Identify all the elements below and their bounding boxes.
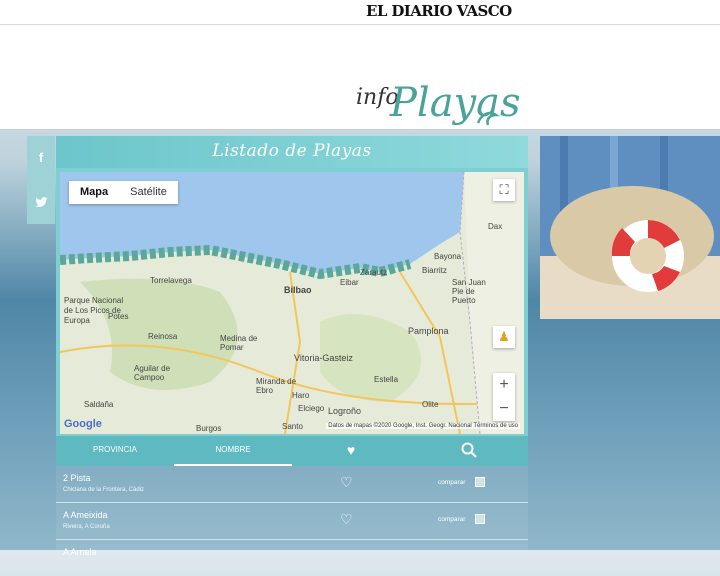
beach-name[interactable]: 2 Pista [63, 473, 91, 483]
zoom-out-button[interactable]: − [493, 397, 515, 421]
tab-favorites[interactable]: ♥ [292, 436, 410, 466]
list-item[interactable]: A Ameixida Riveira, A Coruña ♡ comparar [56, 503, 528, 540]
logo-text[interactable]: Playas [390, 80, 521, 126]
list-item[interactable]: A Arnela [56, 540, 528, 576]
advertisement-image[interactable] [540, 136, 720, 319]
map-type-satellite-button[interactable]: Satélite [119, 181, 178, 204]
panel-header: Listado de Playas [56, 136, 528, 168]
zoom-control: + − [493, 373, 515, 421]
place-label: Bilbao [284, 285, 312, 295]
place-label: Reinosa [148, 332, 178, 341]
beach-name[interactable]: A Arnela [63, 547, 97, 557]
place-label: Elciego [298, 404, 325, 413]
twitter-icon[interactable] [27, 180, 55, 224]
share-bar: f [27, 136, 55, 224]
beach-list: 2 Pista Chiclana de la Frontera, Cádiz ♡… [56, 466, 528, 557]
place-label: San Juan Pie de Puerto [452, 278, 486, 305]
google-logo: Google [64, 418, 102, 430]
compare-label: comparar [438, 516, 466, 523]
place-label: Logroño [328, 406, 362, 416]
pegman-icon[interactable]: ♟ [493, 326, 515, 348]
place-label: Dax [488, 222, 503, 231]
place-label: Burgos [196, 424, 222, 433]
beach-location: Chiclana de la Frontera, Cádiz [63, 487, 145, 493]
place-label: Estella [374, 375, 399, 384]
fullscreen-icon[interactable]: ⛶ [493, 179, 515, 201]
panel-title: Listado de Playas [212, 141, 372, 161]
tab-nombre[interactable]: NOMBRE [174, 436, 292, 466]
compare-label: comparar [438, 479, 466, 486]
tab-search[interactable] [410, 436, 528, 466]
top-bar: EL DIARIO VASCO [0, 0, 720, 25]
heart-icon[interactable]: ♡ [340, 474, 353, 491]
search-icon [461, 442, 477, 458]
sort-tabs: PROVINCIA NOMBRE ♥ [56, 436, 528, 466]
facebook-icon[interactable]: f [27, 136, 55, 180]
place-label: Olite [422, 400, 439, 409]
place-label: Vitoria-Gasteiz [294, 353, 353, 363]
compare-checkbox[interactable] [475, 514, 485, 524]
place-label: Medina de Pomar [220, 334, 258, 352]
beach-panel: Listado de Playas Torrelavega Bilbao Par… [56, 136, 528, 557]
place-label: Torrelavega [150, 276, 192, 285]
map-type-map-button[interactable]: Mapa [69, 181, 119, 204]
site-header: info Playas [0, 25, 720, 130]
place-label: Parque Nacional de Los Picos de Europa [64, 296, 124, 325]
list-item[interactable]: 2 Pista Chiclana de la Frontera, Cádiz ♡… [56, 466, 528, 503]
compare-checkbox[interactable] [475, 477, 485, 487]
map[interactable]: Torrelavega Bilbao Parque Nacional de Lo… [60, 172, 524, 434]
place-label: Saldaña [84, 400, 114, 409]
tab-provincia[interactable]: PROVINCIA [56, 436, 174, 466]
map-attribution[interactable]: Datos de mapas ©2020 Google, Inst. Geogr… [326, 423, 520, 429]
beach-location: Riveira, A Coruña [63, 524, 110, 530]
beach-name[interactable]: A Ameixida [63, 510, 108, 520]
place-label: Bayona [434, 252, 462, 261]
place-label: Biarritz [422, 266, 447, 275]
place-label: Zarautz [360, 268, 388, 277]
place-label: Haro [292, 391, 310, 400]
place-label: Potes [108, 312, 129, 321]
place-label: Santo [282, 422, 303, 431]
map-frame: Torrelavega Bilbao Parque Nacional de Lo… [56, 168, 528, 436]
heart-icon[interactable]: ♡ [340, 511, 353, 528]
place-label: Aguilar de Campoo [134, 364, 171, 382]
wave-icon [476, 111, 500, 126]
lifebuoy-image[interactable] [540, 136, 720, 319]
brand-logo[interactable]: EL DIARIO VASCO [366, 2, 512, 20]
place-label: Pamplona [408, 326, 449, 336]
place-label: Eibar [340, 278, 359, 287]
map-type-toggle: Mapa Satélite [69, 181, 178, 204]
zoom-in-button[interactable]: + [493, 373, 515, 397]
heart-icon: ♥ [346, 442, 356, 458]
